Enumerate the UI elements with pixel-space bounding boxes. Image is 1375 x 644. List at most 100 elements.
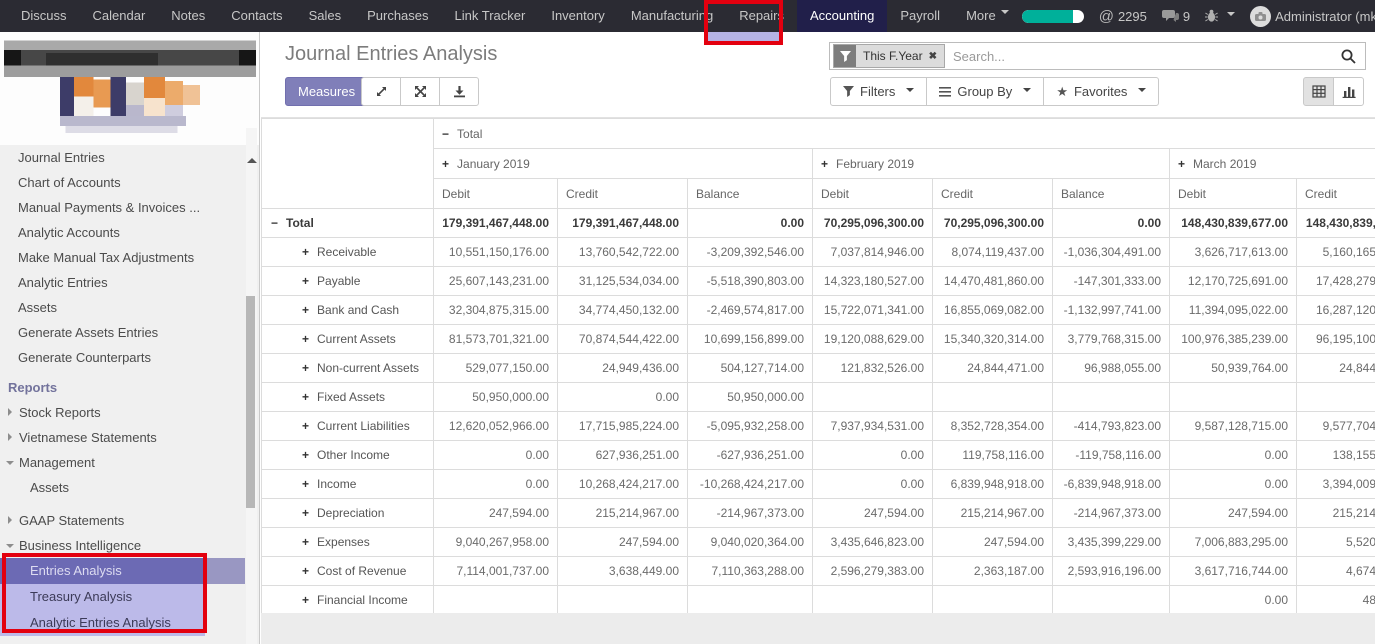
measure-header-balance[interactable]: Balance: [688, 179, 813, 209]
sidebar-subitem-assets[interactable]: Assets: [0, 475, 259, 501]
groupby-button[interactable]: Group By: [926, 77, 1044, 106]
content-footer-area: [261, 613, 1375, 644]
pivot-cell: 148,430,839,: [1297, 209, 1375, 238]
col-header-february-2019[interactable]: +February 2019: [813, 149, 1170, 179]
pivot-cell: 11,394,095,022.00: [1170, 296, 1297, 325]
col-header-march-2019[interactable]: +March 2019: [1170, 149, 1375, 179]
col-header-january-2019[interactable]: +January 2019: [434, 149, 813, 179]
sidebar-item-analytic-entries[interactable]: Analytic Entries: [0, 270, 259, 295]
row-label: Cost of Revenue: [317, 564, 406, 578]
nav-item-payroll[interactable]: Payroll: [887, 0, 953, 32]
nav-item-notes[interactable]: Notes: [158, 0, 218, 32]
remove-facet-icon[interactable]: ✖: [929, 51, 937, 62]
nav-item-sales[interactable]: Sales: [296, 0, 355, 32]
nav-item-discuss[interactable]: Discuss: [8, 0, 80, 32]
pivot-cell: 0.00: [1053, 209, 1170, 238]
sidebar-item-journal-entries[interactable]: Journal Entries: [0, 145, 259, 170]
row-header[interactable]: +Financial Income: [262, 586, 434, 614]
pivot-cell: 50,939,764.00: [1170, 354, 1297, 383]
nav-item-link-tracker[interactable]: Link Tracker: [442, 0, 539, 32]
chevron-down-icon: [1138, 88, 1146, 96]
pivot-cell: -1,036,304,491.00: [1053, 238, 1170, 267]
sidebar-item-assets[interactable]: Assets: [0, 295, 259, 320]
sidebar-subitem-entries-analysis[interactable]: Entries Analysis: [0, 558, 259, 584]
nav-item-purchases[interactable]: Purchases: [354, 0, 441, 32]
sidebar-item-manual-payments-invoices-[interactable]: Manual Payments & Invoices ...: [0, 195, 259, 220]
sidebar-item-generate-counterparts[interactable]: Generate Counterparts: [0, 345, 259, 370]
messages-counter[interactable]: 9: [1162, 9, 1190, 24]
chevron-down-icon: [1001, 10, 1009, 18]
row-header[interactable]: +Payable: [262, 267, 434, 296]
sidebar-tree-vietnamese-statements[interactable]: Vietnamese Statements: [0, 425, 259, 450]
scroll-up-arrow-icon[interactable]: [247, 158, 257, 163]
pivot-row-other-income: +Other Income0.00627,936,251.00-627,936,…: [262, 441, 1375, 470]
row-header[interactable]: +Other Income: [262, 441, 434, 470]
download-button[interactable]: [439, 77, 479, 106]
sidebar-tree-management[interactable]: Management: [0, 450, 259, 475]
measure-header-credit[interactable]: Credit: [1297, 179, 1375, 209]
row-header[interactable]: +Bank and Cash: [262, 296, 434, 325]
pivot-cell: -414,793,823.00: [1053, 412, 1170, 441]
row-header[interactable]: +Fixed Assets: [262, 383, 434, 412]
expand-all-button[interactable]: [361, 77, 401, 106]
sidebar-tree-gaap-statements[interactable]: GAAP Statements: [0, 508, 259, 533]
measure-header-credit[interactable]: Credit: [933, 179, 1053, 209]
pivot-view-button[interactable]: [1303, 77, 1334, 106]
pivot-cell: 24,949,436.00: [558, 354, 688, 383]
pivot-cell: 0.00: [813, 470, 933, 499]
expand-icon: +: [302, 448, 309, 462]
row-header[interactable]: +Current Assets: [262, 325, 434, 354]
mentions-counter[interactable]: @ 2295: [1099, 8, 1147, 25]
flip-axis-button[interactable]: [400, 77, 440, 106]
pivot-cell: 70,295,096,300.00: [813, 209, 933, 238]
pivot-cell: 119,758,116.00: [933, 441, 1053, 470]
sidebar-item-make-manual-tax-adjustments[interactable]: Make Manual Tax Adjustments: [0, 245, 259, 270]
col-header-total[interactable]: −Total: [434, 119, 1375, 149]
nav-item-accounting[interactable]: Accounting: [797, 0, 887, 32]
search-input[interactable]: [945, 49, 1340, 64]
pivot-row-expenses: +Expenses9,040,267,958.00247,594.009,040…: [262, 528, 1375, 557]
row-header[interactable]: +Non-current Assets: [262, 354, 434, 383]
sidebar-tree-stock-reports[interactable]: Stock Reports: [0, 400, 259, 425]
month-label: January 2019: [457, 157, 530, 171]
debug-menu[interactable]: [1205, 9, 1235, 23]
sidebar-item-analytic-accounts[interactable]: Analytic Accounts: [0, 220, 259, 245]
row-header[interactable]: −Total: [262, 209, 434, 238]
nav-item-contacts[interactable]: Contacts: [218, 0, 295, 32]
row-header[interactable]: +Receivable: [262, 238, 434, 267]
measure-header-debit[interactable]: Debit: [434, 179, 558, 209]
sidebar-subitem-analytic-entries-analysis[interactable]: Analytic Entries Analysis: [0, 610, 259, 636]
scrollbar-thumb[interactable]: [246, 296, 255, 508]
row-header[interactable]: +Current Liabilities: [262, 412, 434, 441]
measure-header-balance[interactable]: Balance: [1053, 179, 1170, 209]
sidebar-tree-business-intelligence[interactable]: Business Intelligence: [0, 533, 259, 558]
nav-item-manufacturing[interactable]: Manufacturing: [618, 0, 726, 32]
sidebar-subitem-treasury-analysis[interactable]: Treasury Analysis: [0, 584, 259, 610]
message-count: 9: [1183, 9, 1190, 24]
nav-item-calendar[interactable]: Calendar: [80, 0, 159, 32]
favorites-button[interactable]: ★ Favorites: [1043, 77, 1159, 106]
search-bar[interactable]: This F.Year ✖: [829, 42, 1366, 70]
sidebar-item-chart-of-accounts[interactable]: Chart of Accounts: [0, 170, 259, 195]
bug-icon: [1205, 9, 1218, 23]
nav-item-repairs[interactable]: Repairs: [726, 0, 797, 32]
sidebar-scrollbar[interactable]: [246, 128, 257, 644]
row-header[interactable]: +Cost of Revenue: [262, 557, 434, 586]
pivot-cell: 0.00: [688, 209, 813, 238]
measure-header-debit[interactable]: Debit: [813, 179, 933, 209]
measure-header-debit[interactable]: Debit: [1170, 179, 1297, 209]
user-menu[interactable]: Administrator (mknwyp...: [1250, 6, 1375, 27]
row-header[interactable]: +Depreciation: [262, 499, 434, 528]
search-icon[interactable]: [1340, 48, 1357, 65]
nav-item-inventory[interactable]: Inventory: [538, 0, 617, 32]
row-header[interactable]: +Expenses: [262, 528, 434, 557]
nav-item-more[interactable]: More: [953, 0, 1022, 32]
sidebar-item-generate-assets-entries[interactable]: Generate Assets Entries: [0, 320, 259, 345]
collapse-icon: −: [442, 127, 449, 141]
row-header[interactable]: +Income: [262, 470, 434, 499]
graph-view-button[interactable]: [1333, 77, 1364, 106]
measure-header-credit[interactable]: Credit: [558, 179, 688, 209]
filters-button[interactable]: Filters: [830, 77, 927, 106]
pivot-row-payable: +Payable25,607,143,231.0031,125,534,034.…: [262, 267, 1375, 296]
pivot-cell: [1297, 383, 1375, 412]
